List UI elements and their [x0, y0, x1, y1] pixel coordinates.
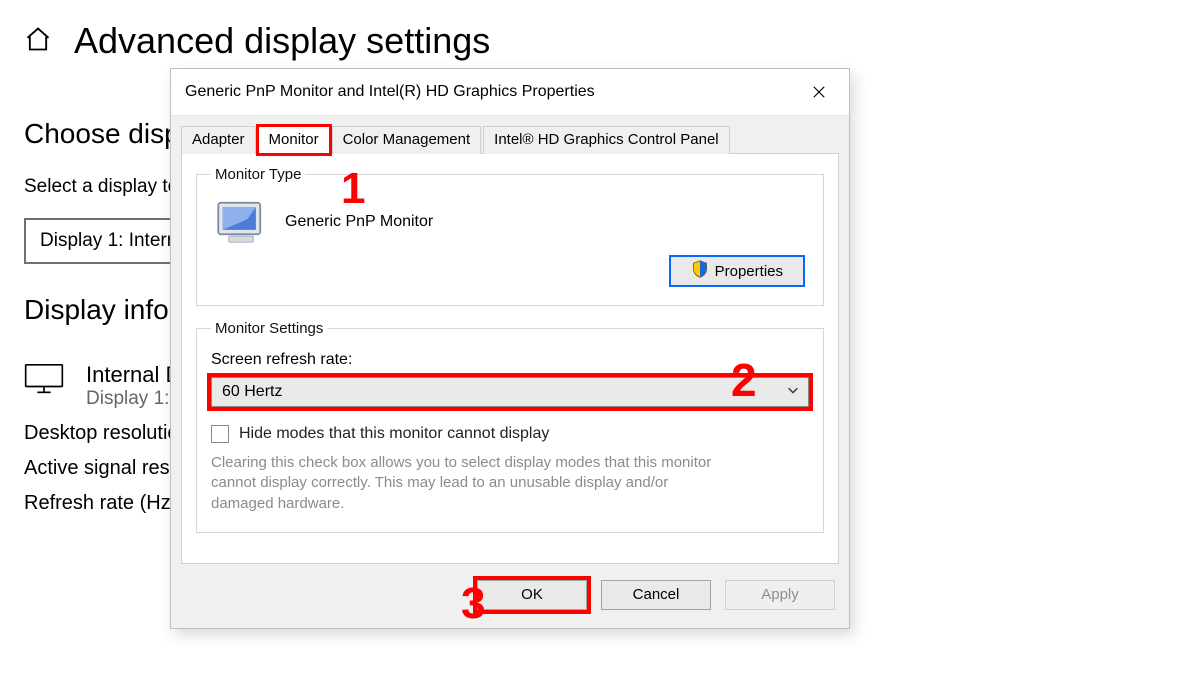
refresh-rate-value: 60 Hertz — [222, 383, 282, 401]
hide-modes-help: Clearing this check box allows you to se… — [211, 453, 731, 514]
tab-monitor-label: Monitor — [269, 131, 319, 148]
dialog-title: Generic PnP Monitor and Intel(R) HD Grap… — [185, 83, 595, 101]
monitor-settings-legend: Monitor Settings — [211, 320, 327, 337]
ok-button[interactable]: OK — [477, 580, 587, 610]
tab-intel-panel[interactable]: Intel® HD Graphics Control Panel — [483, 126, 729, 154]
chevron-down-icon — [786, 383, 800, 402]
properties-button-label: Properties — [715, 263, 783, 280]
tab-adapter-label: Adapter — [192, 131, 245, 148]
cancel-button[interactable]: Cancel — [601, 580, 711, 610]
tab-color-management[interactable]: Color Management — [332, 126, 482, 154]
monitor-type-legend: Monitor Type — [211, 166, 305, 183]
hide-modes-label: Hide modes that this monitor cannot disp… — [239, 425, 549, 443]
hide-modes-checkbox[interactable] — [211, 425, 229, 443]
tab-color-label: Color Management — [343, 131, 471, 148]
tab-panel-monitor: Monitor Type Generic PnP Monitor — [181, 153, 839, 564]
cancel-button-label: Cancel — [633, 586, 680, 603]
close-button[interactable] — [797, 77, 841, 107]
tab-intel-label: Intel® HD Graphics Control Panel — [494, 131, 718, 148]
monitor-outline-icon — [24, 362, 64, 401]
uac-shield-icon — [691, 260, 709, 282]
refresh-rate-label: Screen refresh rate: — [211, 351, 809, 369]
tab-monitor[interactable]: Monitor — [258, 126, 330, 154]
properties-button[interactable]: Properties — [669, 255, 805, 287]
monitor-properties-dialog: Generic PnP Monitor and Intel(R) HD Grap… — [170, 68, 850, 629]
ok-button-label: OK — [521, 586, 543, 603]
monitor-name: Generic PnP Monitor — [285, 213, 433, 231]
apply-button: Apply — [725, 580, 835, 610]
close-icon — [812, 85, 826, 99]
crt-monitor-icon — [213, 199, 269, 245]
page-title: Advanced display settings — [74, 20, 490, 62]
tab-adapter[interactable]: Adapter — [181, 126, 256, 154]
home-icon[interactable] — [24, 25, 52, 58]
apply-button-label: Apply — [761, 586, 799, 603]
tab-bar: Adapter Monitor Color Management Intel® … — [181, 126, 839, 154]
refresh-rate-dropdown[interactable]: 60 Hertz — [211, 377, 809, 407]
